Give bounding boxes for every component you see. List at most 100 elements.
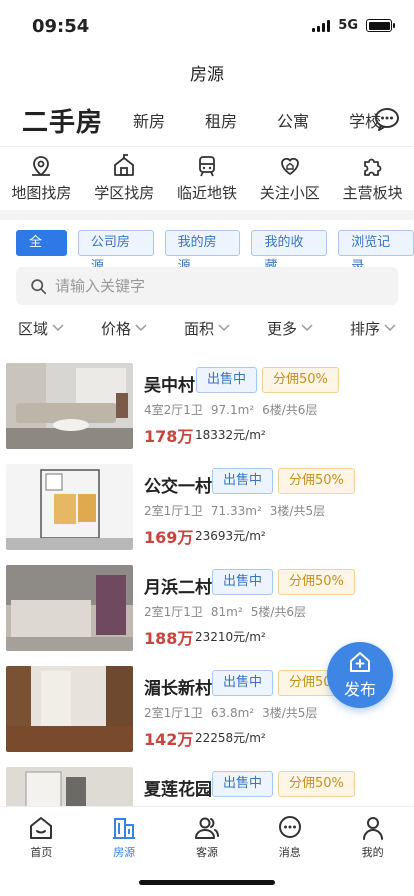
divider [0, 146, 414, 147]
listing-price: 188万 [144, 629, 194, 648]
quick-followed-estates[interactable]: 关注小区 [248, 154, 331, 206]
floor-text: 6楼/共6层 [262, 403, 318, 417]
nav-home[interactable]: 首页 [0, 807, 83, 862]
layout-text: 2室1厅1卫 [144, 605, 203, 619]
chip-history[interactable]: 浏览记录 [338, 230, 414, 274]
home-icon [30, 817, 53, 839]
commission-badge: 分佣50% [278, 771, 355, 797]
nav-label: 房源 [113, 846, 136, 859]
search-icon [31, 278, 47, 294]
add-home-icon [350, 652, 370, 672]
building-icon [113, 818, 136, 839]
status-indicators: 5G [312, 18, 395, 33]
chevron-down-icon [218, 324, 230, 332]
top-tabs: 二手房 新房 租房 公寓 学校 [22, 98, 400, 142]
chevron-down-icon [52, 324, 64, 332]
listing-name: 夏莲花园 [144, 780, 212, 800]
floor-text: 5楼/共6层 [250, 605, 307, 619]
status-badge: 出售中 [212, 670, 274, 696]
tab-rent[interactable]: 租房 [205, 108, 237, 132]
listing-name: 月浜二村 [144, 578, 212, 598]
quick-label: 主营板块 [342, 184, 403, 202]
sort-label: 更多 [266, 319, 297, 338]
commission-badge: 分佣50% [278, 468, 355, 494]
unit-price: 22258元/m² [195, 731, 266, 745]
area-text: 81m² [210, 605, 243, 619]
layout-text: 4室2厅1卫 [144, 403, 203, 417]
search-bar[interactable] [16, 267, 398, 305]
heart-home-icon [280, 157, 299, 176]
list-item[interactable]: 夏莲花园 出售中 分佣50% [0, 767, 414, 806]
chip-company-listings[interactable]: 公司房源 [77, 230, 154, 274]
quick-label: 临近地铁 [176, 184, 237, 202]
nav-messages[interactable]: 消息 [248, 807, 331, 862]
sort-bar: 区域 价格 面积 更多 排序 [18, 316, 396, 340]
listing-price: 178万 [144, 427, 194, 446]
floor-text: 3楼/共5层 [269, 504, 326, 518]
sort-order[interactable]: 排序 [350, 316, 396, 340]
unit-price: 23210元/m² [195, 630, 266, 644]
chevron-down-icon [301, 324, 313, 332]
listing-price: 169万 [144, 528, 194, 547]
layout-text: 2室1厅1卫 [144, 504, 203, 518]
listing-photo [6, 363, 133, 449]
area-text: 97.1m² [210, 403, 255, 417]
listing-specs: 2室1厅1卫 71.33m² 3楼/共5层 [144, 502, 333, 519]
list-item[interactable]: 吴中村 出售中 分佣50% 4室2厅1卫 97.1m² 6楼/共6层 178万 18… [0, 363, 414, 449]
status-time: 09:54 [32, 16, 90, 37]
chat-icon[interactable] [374, 106, 400, 132]
tab-secondhand[interactable]: 二手房 [22, 102, 103, 139]
listing-photo [6, 666, 133, 752]
nav-label: 客源 [195, 846, 218, 859]
quick-map-search[interactable]: 地图找房 [0, 154, 83, 206]
sort-district[interactable]: 区域 [18, 316, 64, 340]
nav-label: 消息 [278, 846, 301, 859]
school-icon [114, 154, 135, 176]
nav-label: 我的 [361, 846, 384, 859]
nav-profile[interactable]: 我的 [331, 807, 414, 862]
puzzle-icon [363, 158, 381, 176]
listing-name: 湄长新村 [144, 679, 212, 699]
list-item[interactable]: 公交一村 出售中 分佣50% 2室1厅1卫 71.33m² 3楼/共5层 169万 … [0, 464, 414, 550]
listing-specs: 2室1厅1卫 63.8m² 3楼/共5层 [144, 704, 325, 721]
nav-label: 首页 [30, 846, 53, 859]
chip-all[interactable]: 全部 [16, 230, 67, 274]
publish-button[interactable]: 发布 [327, 642, 393, 708]
listing-name: 吴中村 [144, 376, 195, 396]
quick-label: 地图找房 [11, 184, 72, 202]
filter-chips: 全部 公司房源 我的房源 我的收藏 浏览记录 [16, 230, 414, 274]
message-icon [278, 816, 301, 838]
sort-area[interactable]: 面积 [184, 316, 230, 340]
commission-badge: 分佣50% [278, 569, 355, 595]
bottom-nav: 首页 房源 客源 消息 我的 [0, 806, 414, 862]
network-label: 5G [338, 18, 358, 33]
battery-icon [366, 19, 395, 32]
nav-listings[interactable]: 房源 [83, 807, 166, 862]
customers-icon [194, 817, 219, 839]
quick-main-area[interactable]: 主营板块 [331, 154, 414, 206]
status-badge: 出售中 [196, 367, 258, 393]
quick-subway[interactable]: 临近地铁 [166, 154, 249, 206]
publish-label: 发布 [343, 680, 376, 699]
subway-icon [199, 156, 215, 177]
page-title: 房源 [190, 65, 224, 85]
sort-price[interactable]: 价格 [101, 316, 147, 340]
list-item[interactable]: 月浜二村 出售中 分佣50% 2室1厅1卫 81m² 5楼/共6层 188万 232… [0, 565, 414, 651]
status-badge: 出售中 [212, 569, 274, 595]
sort-more[interactable]: 更多 [267, 316, 313, 340]
sort-label: 面积 [183, 319, 214, 338]
search-input[interactable] [55, 277, 355, 295]
listing-price: 142万 [144, 730, 194, 749]
tab-apartment[interactable]: 公寓 [277, 108, 309, 132]
chip-my-listings[interactable]: 我的房源 [164, 230, 241, 274]
nav-customers[interactable]: 客源 [166, 807, 249, 862]
quick-label: 关注小区 [259, 184, 320, 202]
status-bar: 09:54 5G [0, 0, 414, 52]
tab-new[interactable]: 新房 [133, 108, 165, 132]
profile-icon [362, 817, 383, 840]
chip-my-favorites[interactable]: 我的收藏 [251, 230, 328, 274]
chevron-down-icon [135, 324, 147, 332]
unit-price: 23693元/m² [195, 529, 266, 543]
status-badge: 出售中 [212, 468, 274, 494]
quick-school-search[interactable]: 学区找房 [83, 154, 166, 206]
